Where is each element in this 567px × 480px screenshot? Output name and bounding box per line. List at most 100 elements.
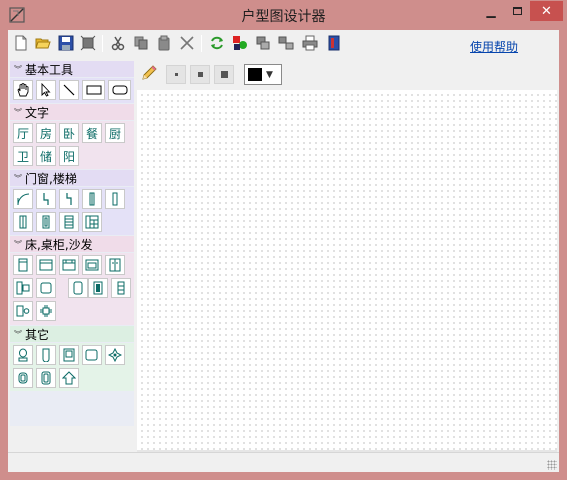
ungroup-button[interactable] bbox=[276, 33, 296, 53]
scissors-icon bbox=[111, 36, 125, 51]
pen-size-small-button[interactable] bbox=[166, 65, 186, 84]
bottle-icon bbox=[18, 372, 28, 384]
bed-tool[interactable] bbox=[13, 255, 33, 275]
section-header-furniture[interactable]: ︾ 床,桌柜,沙发 bbox=[10, 236, 134, 252]
section-header-text[interactable]: ︾ 文字 bbox=[10, 104, 134, 120]
toilet-tool[interactable] bbox=[13, 345, 33, 365]
paste-button[interactable] bbox=[154, 33, 174, 53]
hand-tool-button[interactable] bbox=[13, 80, 33, 100]
close-button[interactable]: ✕ bbox=[530, 1, 563, 21]
object-tool[interactable] bbox=[36, 368, 56, 388]
status-bar bbox=[8, 452, 559, 472]
minimize-button[interactable]: ▁ bbox=[478, 1, 504, 21]
bed-icon bbox=[18, 258, 28, 272]
bathtub-tool[interactable] bbox=[36, 345, 56, 365]
rectangle-tool-button[interactable] bbox=[82, 80, 105, 100]
window-narrow-icon bbox=[89, 192, 95, 206]
window-tool[interactable] bbox=[13, 212, 33, 232]
resize-grip-icon[interactable] bbox=[547, 460, 557, 470]
cabinet-tool[interactable] bbox=[82, 255, 102, 275]
window-tool[interactable] bbox=[105, 189, 125, 209]
sofa-tool[interactable] bbox=[111, 278, 131, 298]
window-tool[interactable] bbox=[82, 189, 102, 209]
door-left-tool[interactable] bbox=[36, 189, 56, 209]
color-dropdown[interactable]: ▼ bbox=[244, 64, 282, 85]
table-tool[interactable] bbox=[36, 278, 56, 298]
bottle-tall-icon bbox=[41, 371, 51, 385]
layers-button[interactable] bbox=[230, 33, 250, 53]
bed-tool[interactable] bbox=[59, 255, 79, 275]
toolbar-separator bbox=[102, 35, 103, 52]
group-icon bbox=[256, 36, 270, 50]
window-tool[interactable] bbox=[36, 212, 56, 232]
client-area: 使用帮助 ︾ 基本工具 ︾ 文字 厅 房 卧 餐 厨 卫 储 阳 ︾ 门窗,楼梯… bbox=[8, 30, 559, 472]
bed-tool[interactable] bbox=[36, 255, 56, 275]
object-tool[interactable] bbox=[13, 368, 33, 388]
line-tool-button[interactable] bbox=[59, 80, 79, 100]
sink-tool[interactable] bbox=[82, 345, 102, 365]
drawing-canvas[interactable] bbox=[137, 90, 557, 450]
refresh-button[interactable] bbox=[207, 33, 227, 53]
section-header-basic-tools[interactable]: ︾ 基本工具 bbox=[10, 61, 134, 77]
plant-tool[interactable] bbox=[105, 345, 125, 365]
help-link[interactable]: 使用帮助 bbox=[470, 38, 518, 55]
new-file-button[interactable] bbox=[11, 33, 31, 53]
open-folder-icon bbox=[35, 38, 51, 49]
maximize-button[interactable] bbox=[504, 1, 530, 21]
stair-tool[interactable] bbox=[59, 212, 79, 232]
washer-tool[interactable] bbox=[59, 345, 79, 365]
export-button[interactable] bbox=[324, 33, 344, 53]
door-right-tool[interactable] bbox=[59, 189, 79, 209]
text-tool-button[interactable]: 储 bbox=[36, 146, 56, 166]
sofa-icon bbox=[93, 281, 103, 295]
pen-size-large-button[interactable] bbox=[214, 65, 234, 84]
pencil-icon[interactable] bbox=[140, 64, 158, 82]
delete-button[interactable] bbox=[177, 33, 197, 53]
text-tool-button[interactable]: 厨 bbox=[105, 123, 125, 143]
house-tool[interactable] bbox=[59, 368, 79, 388]
text-tool-button[interactable]: 餐 bbox=[82, 123, 102, 143]
bed-tool[interactable] bbox=[13, 301, 33, 321]
open-file-button[interactable] bbox=[33, 33, 53, 53]
section-body-basic-tools bbox=[10, 78, 134, 103]
cut-button[interactable] bbox=[108, 33, 128, 53]
sofa-tool[interactable] bbox=[13, 278, 33, 298]
collapse-chevron-icon: ︾ bbox=[14, 107, 22, 117]
text-tool-button[interactable]: 卧 bbox=[59, 123, 79, 143]
pen-size-medium-button[interactable] bbox=[190, 65, 210, 84]
maximize-icon bbox=[512, 7, 522, 15]
text-tool-button[interactable]: 房 bbox=[36, 123, 56, 143]
print-button[interactable] bbox=[300, 33, 320, 53]
hand-icon bbox=[17, 83, 29, 97]
sofa-tool[interactable] bbox=[88, 278, 108, 298]
fullscreen-button[interactable] bbox=[78, 33, 98, 53]
line-icon bbox=[63, 84, 75, 96]
stair-tool[interactable] bbox=[82, 212, 102, 232]
section-title: 基本工具 bbox=[25, 62, 74, 77]
pointer-icon bbox=[41, 83, 51, 97]
fullscreen-icon bbox=[80, 35, 96, 51]
title-bar[interactable]: 户型图设计器 ▁ ✕ bbox=[0, 0, 567, 30]
section-title: 其它 bbox=[25, 327, 50, 342]
text-tool-button[interactable]: 厅 bbox=[13, 123, 33, 143]
collapse-chevron-icon: ︾ bbox=[14, 173, 22, 183]
printer-icon bbox=[302, 35, 318, 51]
cabinet-tool[interactable] bbox=[105, 255, 125, 275]
text-tool-button[interactable]: 阳 bbox=[59, 146, 79, 166]
select-tool-button[interactable] bbox=[36, 80, 56, 100]
group-button[interactable] bbox=[253, 33, 273, 53]
save-button[interactable] bbox=[56, 33, 76, 53]
section-header-doors-windows[interactable]: ︾ 门窗,楼梯 bbox=[10, 170, 134, 186]
table-tool[interactable] bbox=[36, 301, 56, 321]
copy-button[interactable] bbox=[131, 33, 151, 53]
save-icon bbox=[58, 35, 74, 51]
section-header-other[interactable]: ︾ 其它 bbox=[10, 326, 134, 342]
washer-icon bbox=[63, 348, 75, 362]
rounded-rect-tool-button[interactable] bbox=[108, 80, 131, 100]
cabinet-icon bbox=[85, 259, 99, 271]
section-body-doors-windows bbox=[10, 187, 134, 235]
tool-sidebar: ︾ 基本工具 ︾ 文字 厅 房 卧 餐 厨 卫 储 阳 ︾ 门窗,楼梯 ︾ 床,… bbox=[10, 61, 134, 426]
door-arc-tool[interactable] bbox=[13, 189, 33, 209]
text-tool-button[interactable]: 卫 bbox=[13, 146, 33, 166]
chair-tool[interactable] bbox=[68, 278, 88, 298]
